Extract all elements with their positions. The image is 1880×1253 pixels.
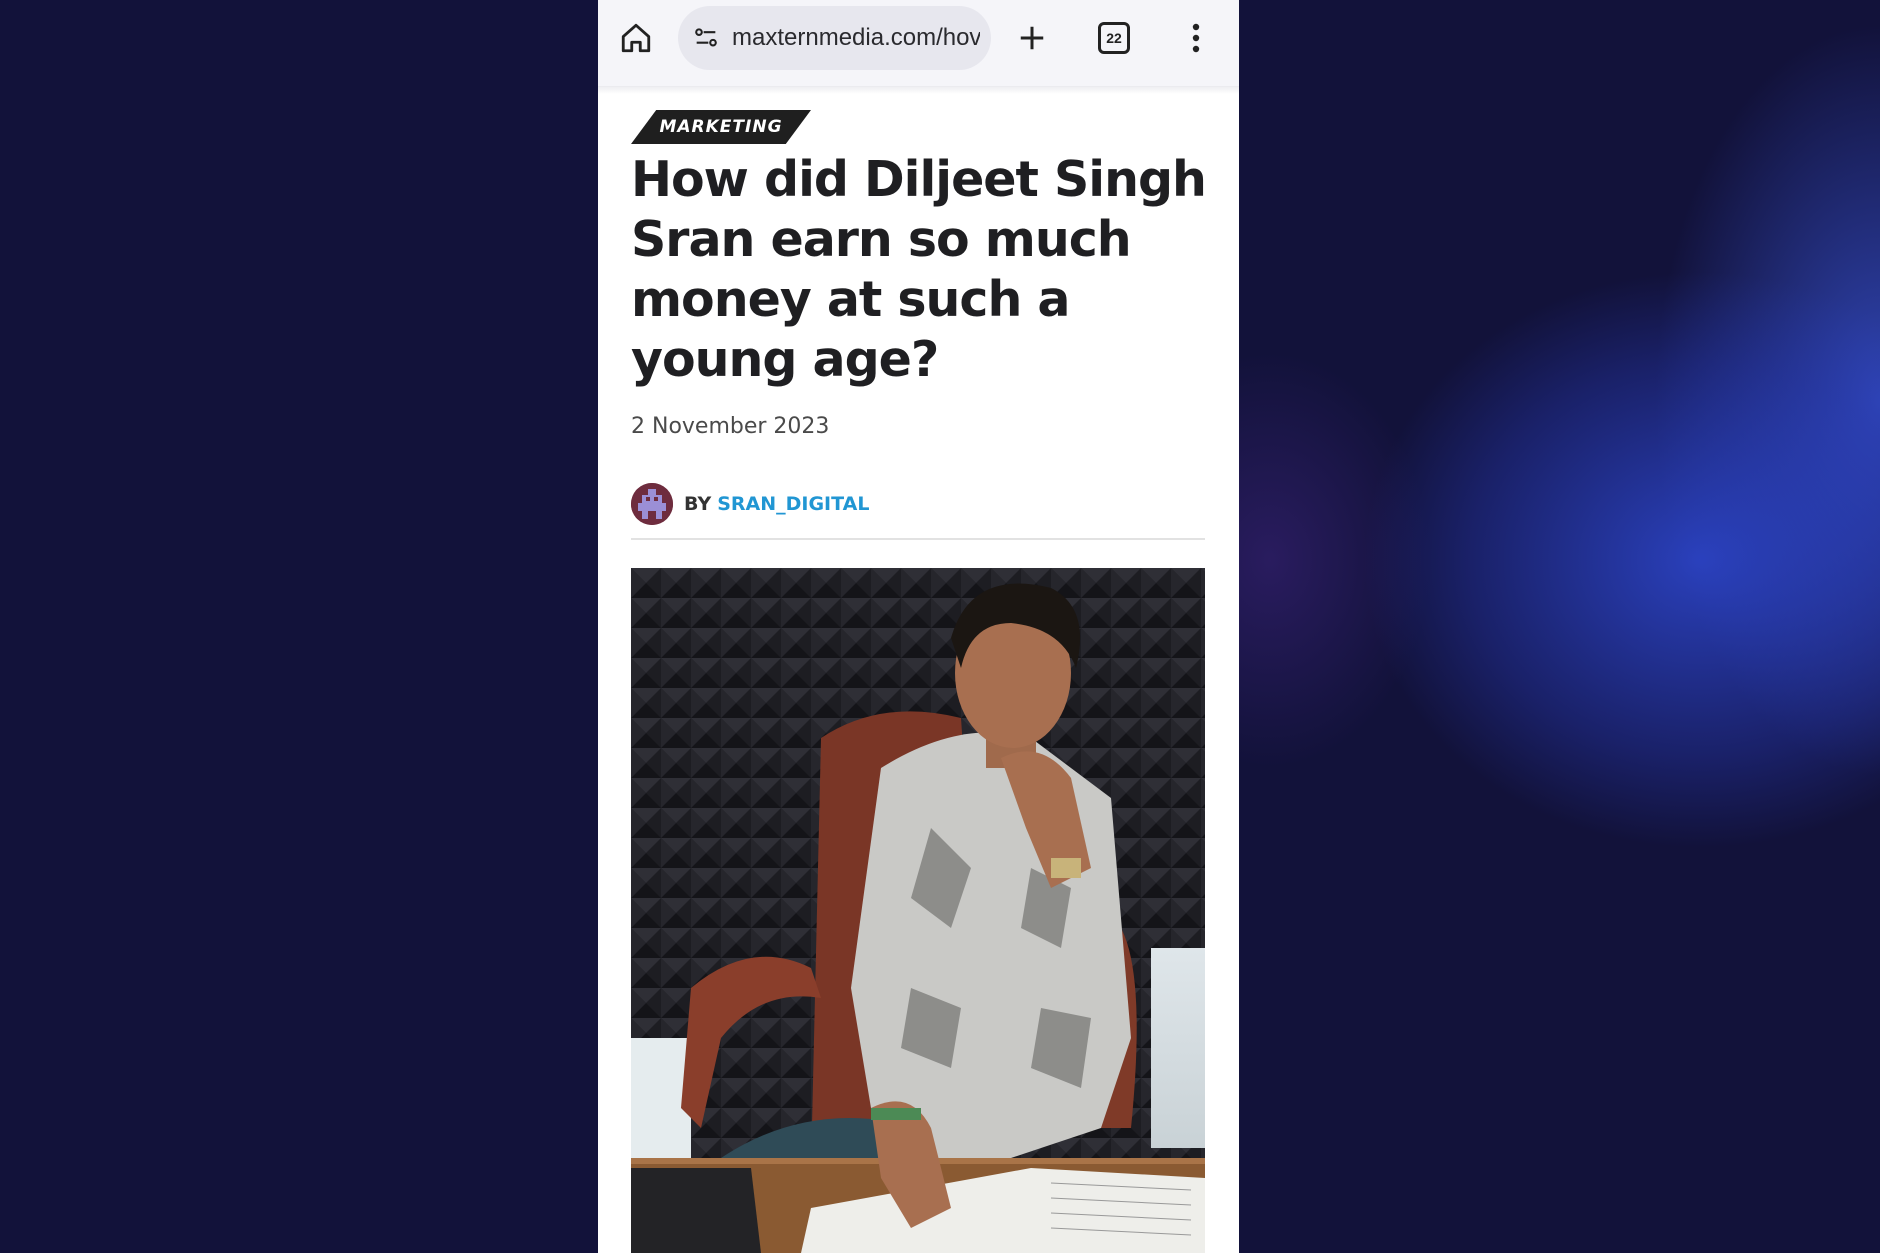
address-bar[interactable]: maxternmedia.com/hov <box>678 6 991 70</box>
mobile-browser-window: maxternmedia.com/hov 22 MARKETING How di… <box>598 0 1239 1253</box>
article-title: How did Diljeet Singh Sran earn so much … <box>631 151 1207 388</box>
by-label: BY <box>684 493 712 515</box>
hero-image[interactable] <box>631 568 1205 1253</box>
publish-date: 2 November 2023 <box>631 414 830 439</box>
byline: BY SRAN_DIGITAL <box>631 482 869 526</box>
tab-count: 22 <box>1098 22 1130 54</box>
author-link[interactable]: SRAN_DIGITAL <box>717 493 869 515</box>
tune-icon[interactable] <box>690 22 722 54</box>
author-avatar[interactable] <box>631 483 673 525</box>
home-icon[interactable] <box>616 18 656 58</box>
more-vert-icon[interactable] <box>1178 18 1214 58</box>
plus-icon[interactable] <box>1012 18 1052 58</box>
category-label[interactable]: MARKETING <box>631 110 811 144</box>
url-text[interactable]: maxternmedia.com/hov <box>732 24 980 52</box>
toolbar-shadow <box>598 86 1239 94</box>
tab-switcher-icon[interactable]: 22 <box>1096 20 1132 56</box>
divider <box>631 538 1205 540</box>
category-badge[interactable]: MARKETING <box>631 110 811 144</box>
browser-toolbar: maxternmedia.com/hov 22 <box>598 0 1239 87</box>
